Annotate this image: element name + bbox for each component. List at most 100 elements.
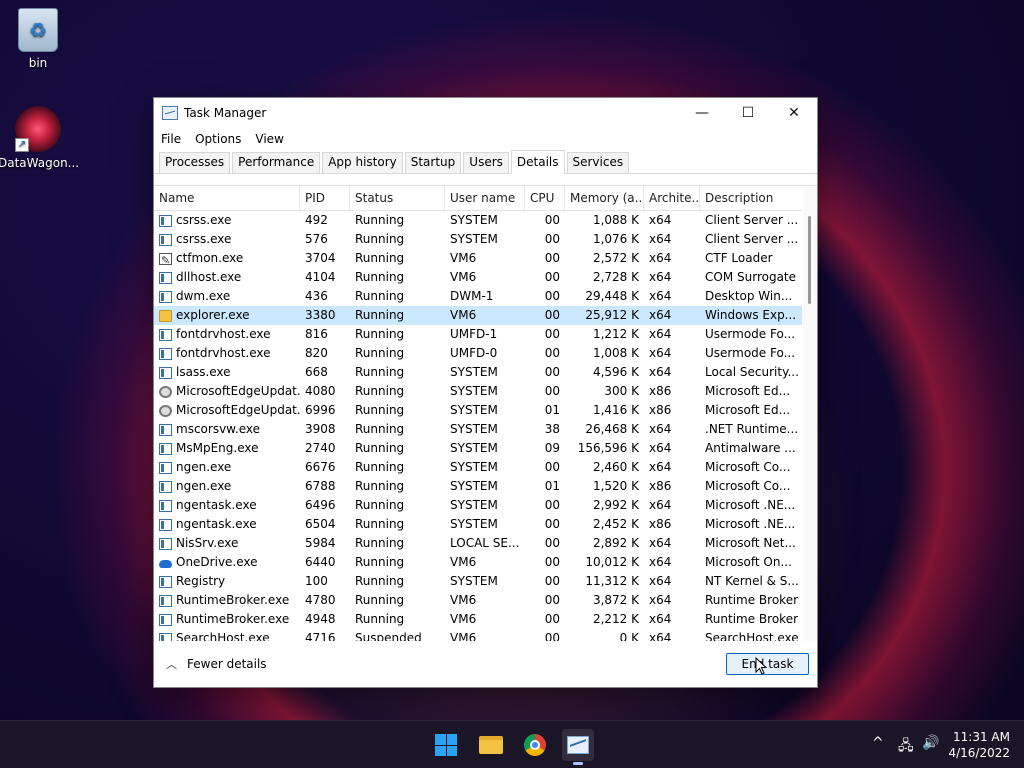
process-name-cell: mscorsvw.exe: [154, 420, 300, 439]
status-cell: Running: [355, 460, 405, 474]
status-cell: Running: [355, 441, 405, 455]
table-row[interactable]: ctfmon.exe 3704 Running VM6 00 2,572 K x64 CTF …: [154, 249, 802, 268]
user-name-cell: LOCAL SE...: [450, 536, 520, 550]
network-icon[interactable]: 🖧: [898, 735, 914, 759]
pid-cell: 4716: [305, 631, 336, 641]
process-name-cell: csrss.exe: [154, 211, 300, 230]
table-row[interactable]: Registry 100 Running SYSTEM 00 11,312 K x64 NT …: [154, 572, 802, 591]
table-row[interactable]: ngentask.exe 6504 Running SYSTEM 00 2,452 K x8…: [154, 515, 802, 534]
table-row[interactable]: OneDrive.exe 6440 Running VM6 00 10,012 K x64 M…: [154, 553, 802, 572]
pid-cell: 4780: [305, 593, 336, 607]
table-row[interactable]: mscorsvw.exe 3908 Running SYSTEM 38 26,468 K x…: [154, 420, 802, 439]
column-header-pid[interactable]: PID: [300, 186, 350, 211]
table-row[interactable]: fontdrvhost.exe 820 Running UMFD-0 00 1,008 K…: [154, 344, 802, 363]
architecture-cell: x64: [649, 270, 672, 284]
process-name-label: csrss.exe: [176, 213, 232, 227]
tab-processes[interactable]: Processes: [159, 152, 231, 173]
table-row[interactable]: ngentask.exe 6496 Running SYSTEM 00 2,992 K x6…: [154, 496, 802, 515]
process-name-label: MicrosoftEdgeUpdat...: [176, 384, 300, 398]
status-cell: Running: [355, 422, 405, 436]
table-row[interactable]: NisSrv.exe 5984 Running LOCAL SE... 00 2,892 …: [154, 534, 802, 553]
memory-cell: 2,212 K: [592, 612, 639, 626]
scrollbar-thumb[interactable]: [808, 216, 811, 304]
column-header-memory[interactable]: Memory (a...: [565, 186, 644, 211]
start-button[interactable]: [430, 729, 462, 761]
column-header-architecture[interactable]: Archite...: [644, 186, 700, 211]
tab-performance[interactable]: Performance: [232, 152, 321, 173]
table-row[interactable]: ngen.exe 6676 Running SYSTEM 00 2,460 K x64 Mic…: [154, 458, 802, 477]
table-row[interactable]: dllhost.exe 4104 Running VM6 00 2,728 K x64 COM…: [154, 268, 802, 287]
chrome-button[interactable]: [519, 729, 551, 761]
volume-icon[interactable]: 🔊: [922, 735, 939, 751]
architecture-cell: x86: [649, 403, 672, 417]
process-name-cell: ngentask.exe: [154, 496, 300, 515]
pid-cell: 6788: [305, 479, 336, 493]
desktop-icon-label: DataWagon...: [0, 156, 80, 170]
description-cell: .NET Runtime...: [705, 422, 798, 436]
title-bar[interactable]: Task Manager — ☐ ✕: [154, 98, 817, 128]
table-row[interactable]: ngen.exe 6788 Running SYSTEM 01 1,520 K x86 Mic…: [154, 477, 802, 496]
maximize-button[interactable]: ☐: [725, 98, 771, 128]
cpu-cell: 38: [544, 422, 560, 436]
memory-cell: 29,448 K: [585, 289, 639, 303]
desktop-icon-recycle-bin[interactable]: bin: [0, 8, 78, 70]
tab-startup[interactable]: Startup: [404, 152, 462, 173]
cpu-cell: 00: [544, 498, 560, 512]
table-row[interactable]: MicrosoftEdgeUpdat... 6996 Running SYSTEM 01…: [154, 401, 802, 420]
column-header-description[interactable]: Description: [700, 186, 798, 211]
tab-users[interactable]: Users: [463, 152, 509, 173]
table-row[interactable]: fontdrvhost.exe 816 Running UMFD-1 00 1,212 K…: [154, 325, 802, 344]
process-name-cell: explorer.exe: [154, 306, 300, 325]
taskbar-clock[interactable]: 11:31 AM 4/16/2022: [948, 729, 1010, 761]
process-generic-icon: [159, 347, 172, 360]
desktop-icon-datawagon[interactable]: ↗ DataWagon...: [0, 106, 80, 170]
active-indicator: [573, 762, 583, 765]
vertical-scrollbar[interactable]: [803, 186, 817, 641]
user-name-cell: SYSTEM: [450, 574, 498, 588]
end-task-button[interactable]: End task: [726, 653, 809, 675]
architecture-cell: x64: [649, 631, 672, 641]
column-header-user-name[interactable]: User name: [445, 186, 525, 211]
tray-overflow-chevron-icon[interactable]: ^: [872, 735, 884, 751]
table-row[interactable]: SearchHost.exe 4716 Suspended VM6 00 0 K x64 Se…: [154, 629, 802, 641]
process-generic-icon: [159, 518, 172, 531]
pid-cell: 6496: [305, 498, 336, 512]
column-header-status[interactable]: Status: [350, 186, 445, 211]
status-cell: Running: [355, 574, 405, 588]
fewer-details-button[interactable]: ︿ Fewer details: [166, 656, 267, 672]
process-name-label: SearchHost.exe: [176, 631, 270, 641]
user-name-cell: VM6: [450, 593, 477, 607]
process-folder-icon: [159, 309, 172, 322]
architecture-cell: x64: [649, 232, 672, 246]
table-row[interactable]: dwm.exe 436 Running DWM-1 00 29,448 K x64 Deskt…: [154, 287, 802, 306]
menu-file[interactable]: File: [161, 132, 181, 146]
table-row[interactable]: explorer.exe 3380 Running VM6 00 25,912 K x64 W…: [154, 306, 802, 325]
memory-cell: 1,212 K: [592, 327, 639, 341]
process-name-label: fontdrvhost.exe: [176, 327, 271, 341]
table-row[interactable]: RuntimeBroker.exe 4948 Running VM6 00 2,212 K…: [154, 610, 802, 629]
tab-app-history[interactable]: App history: [322, 152, 403, 173]
table-row[interactable]: csrss.exe 492 Running SYSTEM 00 1,088 K x64 Cli…: [154, 211, 802, 230]
menu-view[interactable]: View: [255, 132, 283, 146]
tab-services[interactable]: Services: [566, 152, 630, 173]
table-row[interactable]: csrss.exe 576 Running SYSTEM 00 1,076 K x64 Cli…: [154, 230, 802, 249]
process-name-cell: ngentask.exe: [154, 515, 300, 534]
task-manager-taskbar-button[interactable]: [562, 729, 594, 765]
status-cell: Running: [355, 365, 405, 379]
table-row[interactable]: MicrosoftEdgeUpdat... 4080 Running SYSTEM 00…: [154, 382, 802, 401]
column-header-cpu[interactable]: CPU: [525, 186, 565, 211]
file-explorer-button[interactable]: [475, 729, 507, 761]
tab-details[interactable]: Details: [510, 150, 565, 174]
process-name-cell: fontdrvhost.exe: [154, 325, 300, 344]
desktop-icon-label: bin: [28, 56, 48, 70]
minimize-button[interactable]: —: [679, 98, 725, 128]
cpu-cell: 00: [544, 232, 560, 246]
menu-options[interactable]: Options: [195, 132, 241, 146]
memory-cell: 156,596 K: [577, 441, 639, 455]
table-row[interactable]: MsMpEng.exe 2740 Running SYSTEM 09 156,596 K x…: [154, 439, 802, 458]
architecture-cell: x64: [649, 555, 672, 569]
table-row[interactable]: RuntimeBroker.exe 4780 Running VM6 00 3,872 K…: [154, 591, 802, 610]
table-row[interactable]: lsass.exe 668 Running SYSTEM 00 4,596 K x64 Loc…: [154, 363, 802, 382]
process-name-label: ngen.exe: [176, 479, 232, 493]
close-button[interactable]: ✕: [771, 98, 817, 128]
